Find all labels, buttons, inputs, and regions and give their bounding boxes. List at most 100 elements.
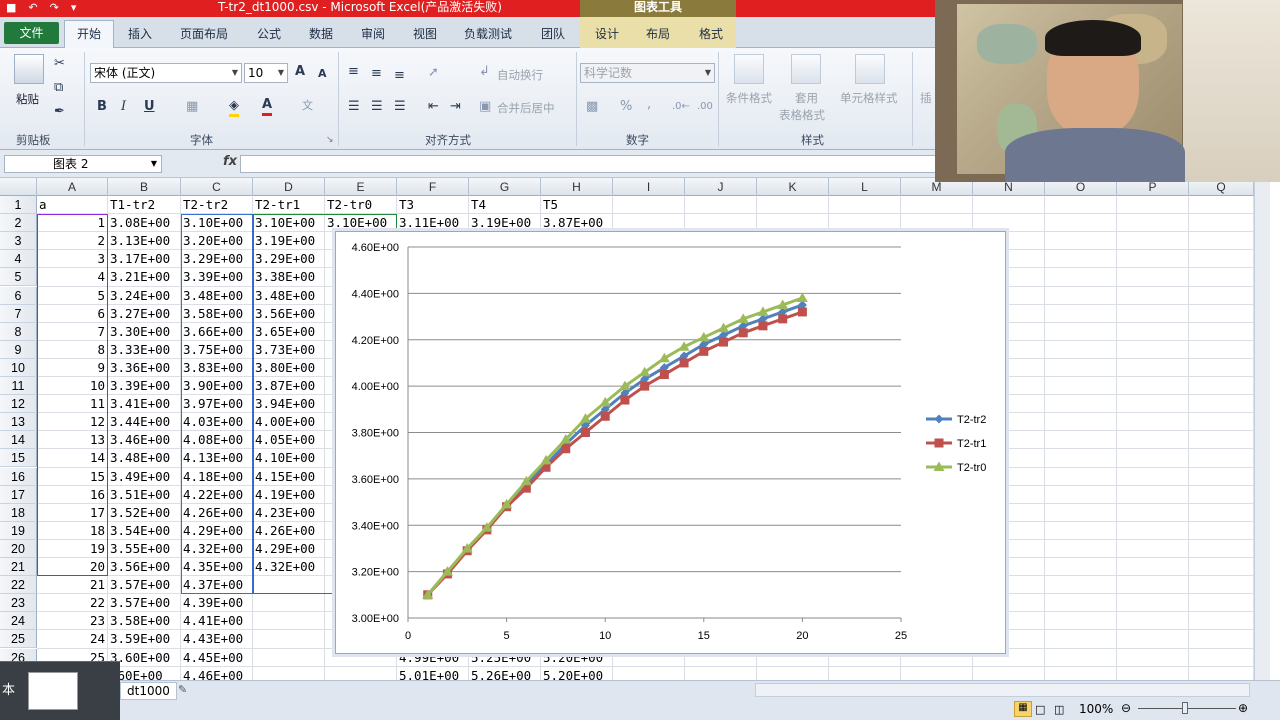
cell[interactable]: 4.13E+00 bbox=[183, 449, 252, 467]
decrease-indent-icon[interactable]: ⇤ bbox=[428, 99, 439, 115]
cell[interactable]: 14 bbox=[39, 449, 107, 467]
column-header[interactable]: E bbox=[325, 178, 397, 196]
tab-review[interactable]: 审阅 bbox=[361, 25, 385, 42]
cell[interactable]: 3 bbox=[39, 250, 107, 268]
cell[interactable]: 4.29E+00 bbox=[255, 540, 324, 558]
cell[interactable]: 4.39E+00 bbox=[183, 594, 252, 612]
cell[interactable]: 7 bbox=[39, 323, 107, 341]
cell[interactable]: 11 bbox=[39, 395, 107, 413]
column-header[interactable]: B bbox=[108, 178, 181, 196]
merge-center-button[interactable]: 合并后居中 bbox=[497, 100, 555, 116]
percent-icon[interactable]: % bbox=[620, 99, 632, 115]
tab-home[interactable]: 开始 bbox=[64, 20, 114, 48]
align-top-icon[interactable]: ≡ bbox=[348, 64, 359, 80]
cell[interactable]: 3.39E+00 bbox=[110, 377, 180, 395]
tab-data[interactable]: 数据 bbox=[309, 25, 333, 42]
sheet-tab[interactable]: dt1000 bbox=[120, 682, 177, 700]
redo-icon[interactable]: ↷ bbox=[50, 1, 59, 14]
italic-button[interactable]: I bbox=[121, 99, 126, 115]
cell[interactable]: 10 bbox=[39, 377, 107, 395]
cell[interactable]: 3.08E+00 bbox=[110, 214, 180, 232]
cell[interactable]: a bbox=[39, 196, 107, 214]
cell[interactable]: 23 bbox=[39, 612, 107, 630]
cell[interactable]: 4.22E+00 bbox=[183, 486, 252, 504]
phonetic-icon[interactable]: 文 bbox=[302, 98, 313, 114]
row-header[interactable]: 18 bbox=[0, 503, 37, 522]
horizontal-scrollbar[interactable] bbox=[755, 683, 1250, 697]
cell[interactable]: T2-tr1 bbox=[255, 196, 324, 214]
cell[interactable]: 4.45E+00 bbox=[183, 649, 252, 667]
column-header[interactable]: G bbox=[469, 178, 541, 196]
underline-button[interactable]: U bbox=[144, 99, 155, 115]
formula-input[interactable] bbox=[240, 155, 940, 173]
tab-view[interactable]: 视图 bbox=[413, 25, 437, 42]
cell[interactable]: 3.46E+00 bbox=[110, 431, 180, 449]
font-size-select[interactable]: 10 ▼ bbox=[244, 63, 288, 83]
cell[interactable]: 3.94E+00 bbox=[255, 395, 324, 413]
cell[interactable]: 3.56E+00 bbox=[255, 305, 324, 323]
cell[interactable]: 3.24E+00 bbox=[110, 287, 180, 305]
cell[interactable]: 3.39E+00 bbox=[183, 268, 252, 286]
cell[interactable]: 8 bbox=[39, 341, 107, 359]
cell[interactable]: 9 bbox=[39, 359, 107, 377]
popup-thumbnail[interactable] bbox=[28, 672, 78, 710]
cell[interactable]: 3.29E+00 bbox=[255, 250, 324, 268]
row-header[interactable]: 3 bbox=[0, 232, 37, 251]
cell[interactable]: 5.20E+00 bbox=[543, 667, 612, 680]
save-icon[interactable]: ■ bbox=[6, 1, 16, 14]
cell[interactable]: T5 bbox=[543, 196, 612, 214]
cell[interactable]: 22 bbox=[39, 594, 107, 612]
paste-icon[interactable] bbox=[14, 54, 44, 84]
cell[interactable]: 3.19E+00 bbox=[255, 232, 324, 250]
cell[interactable]: 4.15E+00 bbox=[255, 468, 324, 486]
cell[interactable]: 4.46E+00 bbox=[183, 667, 252, 680]
cell[interactable]: 3.48E+00 bbox=[110, 449, 180, 467]
cell[interactable]: 3.52E+00 bbox=[110, 504, 180, 522]
row-header[interactable]: 17 bbox=[0, 485, 37, 504]
align-center-icon[interactable]: ☰ bbox=[371, 99, 383, 115]
vertical-scrollbar[interactable] bbox=[1254, 178, 1270, 680]
tab-format[interactable]: 格式 bbox=[699, 25, 723, 42]
row-header[interactable]: 13 bbox=[0, 413, 37, 432]
cell[interactable]: 17 bbox=[39, 504, 107, 522]
cell[interactable]: 5 bbox=[39, 287, 107, 305]
cell[interactable]: 4.29E+00 bbox=[183, 522, 252, 540]
tab-page-layout[interactable]: 页面布局 bbox=[180, 25, 228, 42]
row-header[interactable]: 21 bbox=[0, 558, 37, 576]
column-header[interactable]: J bbox=[685, 178, 757, 196]
shrink-font-icon[interactable]: A bbox=[318, 66, 327, 82]
cell[interactable]: 4.35E+00 bbox=[183, 558, 252, 576]
row-header[interactable]: 12 bbox=[0, 395, 37, 414]
cell[interactable]: 3.73E+00 bbox=[255, 341, 324, 359]
row-header[interactable]: 23 bbox=[0, 594, 37, 613]
row-header[interactable]: 16 bbox=[0, 467, 37, 486]
cell[interactable]: 3.75E+00 bbox=[183, 341, 252, 359]
cell[interactable]: 3.97E+00 bbox=[183, 395, 252, 413]
cell[interactable]: 4.26E+00 bbox=[183, 504, 252, 522]
conditional-format-button[interactable]: 条件格式 bbox=[726, 90, 772, 106]
cell[interactable]: 24 bbox=[39, 630, 107, 648]
cell[interactable]: 3.10E+00 bbox=[327, 214, 396, 232]
row-header[interactable]: 10 bbox=[0, 358, 37, 377]
cell[interactable]: 3.66E+00 bbox=[183, 323, 252, 341]
wrap-text-button[interactable]: 自动换行 bbox=[497, 67, 543, 83]
borders-icon[interactable]: ▦ bbox=[186, 99, 198, 115]
dialog-launcher-icon[interactable]: ↘ bbox=[326, 132, 334, 148]
cell[interactable]: 3.55E+00 bbox=[110, 540, 180, 558]
column-header[interactable]: H bbox=[541, 178, 613, 196]
cell[interactable]: 13 bbox=[39, 431, 107, 449]
insert-sheet-icon[interactable]: ✎ bbox=[178, 683, 187, 696]
cell[interactable]: 3.60E+00 bbox=[110, 649, 180, 667]
cell[interactable]: T3 bbox=[399, 196, 468, 214]
cell[interactable]: 4.32E+00 bbox=[183, 540, 252, 558]
cell[interactable]: 4 bbox=[39, 268, 107, 286]
cell[interactable]: 3.19E+00 bbox=[471, 214, 540, 232]
align-bottom-icon[interactable]: ≡ bbox=[394, 68, 405, 84]
cell[interactable]: 3.51E+00 bbox=[110, 486, 180, 504]
cell[interactable]: T2-tr0 bbox=[327, 196, 396, 214]
column-header[interactable]: L bbox=[829, 178, 901, 196]
cell[interactable]: 3.58E+00 bbox=[110, 612, 180, 630]
cell[interactable]: 3.38E+00 bbox=[255, 268, 324, 286]
number-format-select[interactable]: 科学记数 ▼ bbox=[580, 63, 715, 83]
cell[interactable]: T2-tr2 bbox=[183, 196, 252, 214]
